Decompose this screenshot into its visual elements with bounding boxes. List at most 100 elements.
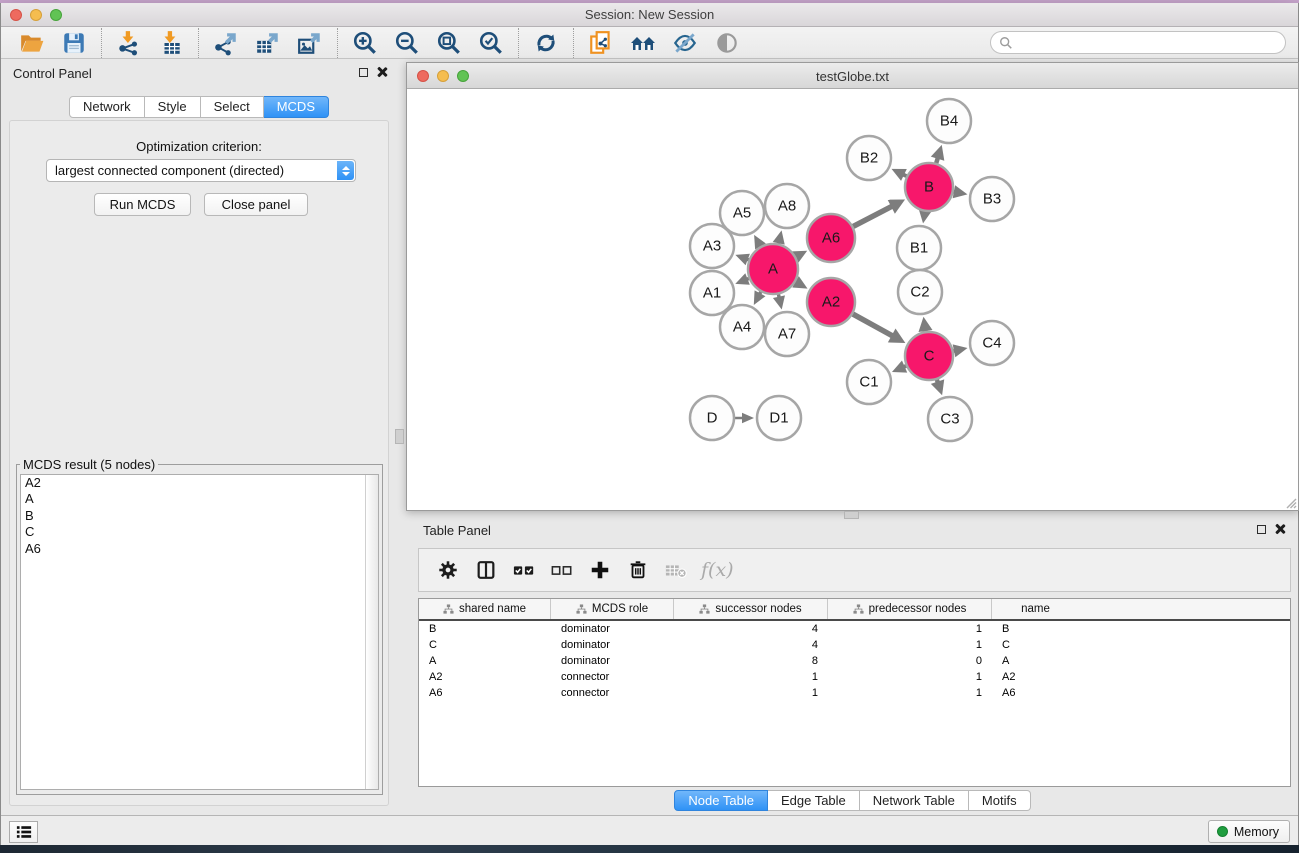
column-header-successor-nodes[interactable]: successor nodes [674, 599, 828, 619]
tab-style[interactable]: Style [145, 96, 201, 118]
export-image-icon[interactable] [295, 30, 325, 56]
network-graph[interactable]: B4B2BB3A5A8A6A3AB1A1C2A4A7A2C4CC1C3DD1 [407, 89, 1298, 510]
first-neighbors-icon[interactable] [628, 30, 658, 56]
import-network-icon[interactable] [114, 30, 144, 56]
arrowhead-B-B3 [953, 185, 968, 198]
result-list-scrollbar[interactable] [365, 475, 378, 789]
node-label-D: D [707, 410, 718, 427]
node-label-C1: C1 [859, 374, 878, 391]
export-table-icon[interactable] [253, 30, 283, 56]
control-panel: Control Panel NetworkStyleSelectMCDS Opt… [5, 60, 393, 808]
arrowhead-D-D1 [742, 413, 754, 424]
hide-selected-icon[interactable] [670, 30, 700, 56]
zoom-selected-icon[interactable] [476, 30, 506, 56]
import-table-icon[interactable] [156, 30, 186, 56]
new-network-from-selection-icon[interactable] [586, 30, 616, 56]
create-column-icon[interactable] [585, 555, 615, 585]
node-label-A4: A4 [733, 319, 751, 336]
task-history-button[interactable] [9, 821, 38, 843]
table-toolbar: f(x) [418, 548, 1291, 592]
network-view-window: testGlobe.txt B4B2BB3A5A8A6A3AB1A1C2A4A7… [406, 62, 1299, 511]
result-list-item[interactable]: B [21, 508, 378, 524]
edge-A2-C[interactable] [853, 314, 894, 336]
float-table-panel-icon[interactable] [1257, 525, 1266, 534]
node-label-A7: A7 [778, 326, 796, 343]
close-panel-icon[interactable] [377, 67, 387, 77]
status-bar: Memory [1, 815, 1298, 846]
app-titlebar: Session: New Session [1, 3, 1298, 27]
refresh-icon[interactable] [531, 30, 561, 56]
table-row[interactable]: A2connector11A2 [419, 669, 1290, 685]
export-network-icon[interactable] [211, 30, 241, 56]
tab-motifs[interactable]: Motifs [969, 790, 1031, 811]
hierarchy-icon [699, 604, 710, 615]
table-row[interactable]: Adominator80A [419, 653, 1290, 669]
open-session-icon[interactable] [17, 30, 47, 56]
zoom-fit-icon[interactable] [434, 30, 464, 56]
memory-button[interactable]: Memory [1208, 820, 1290, 843]
select-all-columns-icon[interactable] [509, 555, 539, 585]
result-list-item[interactable]: A2 [21, 475, 378, 491]
table-panel-title: Table Panel [423, 523, 491, 538]
close-panel-button[interactable]: Close panel [204, 193, 308, 216]
column-header-MCDS-role[interactable]: MCDS role [551, 599, 674, 619]
memory-status-icon [1217, 826, 1228, 837]
show-columns-icon[interactable] [471, 555, 501, 585]
delete-columns-icon[interactable] [623, 555, 653, 585]
node-label-A3: A3 [703, 238, 721, 255]
table-row[interactable]: Bdominator41B [419, 621, 1290, 637]
control-panel-tabs: NetworkStyleSelectMCDS [5, 96, 393, 118]
column-header-shared-name[interactable]: shared name [419, 599, 551, 619]
column-header-predecessor-nodes[interactable]: predecessor nodes [828, 599, 992, 619]
run-mcds-button[interactable]: Run MCDS [94, 193, 191, 216]
tab-network[interactable]: Network [69, 96, 145, 118]
table-row[interactable]: Cdominator41C [419, 637, 1290, 653]
hierarchy-icon [853, 604, 864, 615]
column-header-name[interactable]: name [992, 599, 1079, 619]
arrowhead-C-C2 [919, 317, 933, 332]
edge-A6-B[interactable] [853, 206, 893, 227]
tab-select[interactable]: Select [201, 96, 264, 118]
network-window-titlebar[interactable]: testGlobe.txt [407, 63, 1298, 89]
show-hidden-icon[interactable] [712, 30, 742, 56]
table-row[interactable]: A6connector11A6 [419, 685, 1290, 701]
hierarchy-icon [576, 604, 587, 615]
result-list-item[interactable]: A6 [21, 541, 378, 557]
node-label-A6: A6 [822, 230, 840, 247]
tab-network-table[interactable]: Network Table [860, 790, 969, 811]
result-list-item[interactable]: C [21, 524, 378, 540]
tab-node-table[interactable]: Node Table [674, 790, 768, 811]
search-input[interactable] [1013, 36, 1277, 50]
zoom-out-icon[interactable] [392, 30, 422, 56]
function-builder-icon[interactable]: f(x) [701, 559, 734, 581]
result-list-item[interactable]: A [21, 491, 378, 507]
hierarchy-icon [443, 604, 454, 615]
mcds-result-group: MCDS result (5 nodes) A2ABCA6 [16, 457, 383, 795]
close-table-panel-icon[interactable] [1275, 524, 1285, 534]
network-canvas[interactable]: B4B2BB3A5A8A6A3AB1A1C2A4A7A2C4CC1C3DD1 [407, 89, 1298, 510]
delete-table-icon[interactable] [661, 555, 691, 585]
zoom-in-icon[interactable] [350, 30, 380, 56]
node-label-B3: B3 [983, 191, 1001, 208]
mcds-result-legend: MCDS result (5 nodes) [20, 457, 158, 472]
desktop-wallpaper-strip [0, 845, 1299, 853]
node-table-body: Bdominator41BCdominator41CAdominator80AA… [419, 621, 1290, 701]
node-table[interactable]: shared nameMCDS rolesuccessor nodesprede… [418, 598, 1291, 787]
node-label-C: C [924, 348, 935, 365]
app-title: Session: New Session [1, 7, 1298, 22]
vertical-splitter-handle[interactable] [395, 429, 404, 444]
save-session-icon[interactable] [59, 30, 89, 56]
resize-grip-icon[interactable] [1283, 495, 1297, 509]
toolbar-separator [337, 28, 338, 58]
arrowhead-A-A8 [773, 230, 785, 244]
criterion-select[interactable]: largest connected component (directed) [46, 159, 356, 182]
tab-mcds[interactable]: MCDS [264, 96, 329, 118]
control-panel-title: Control Panel [13, 66, 92, 81]
search-box[interactable] [990, 31, 1286, 54]
float-panel-icon[interactable] [359, 68, 368, 77]
tab-edge-table[interactable]: Edge Table [768, 790, 860, 811]
unselect-all-columns-icon[interactable] [547, 555, 577, 585]
select-stepper-icon [337, 161, 354, 180]
table-settings-icon[interactable] [433, 555, 463, 585]
mcds-result-list[interactable]: A2ABCA6 [20, 474, 379, 790]
